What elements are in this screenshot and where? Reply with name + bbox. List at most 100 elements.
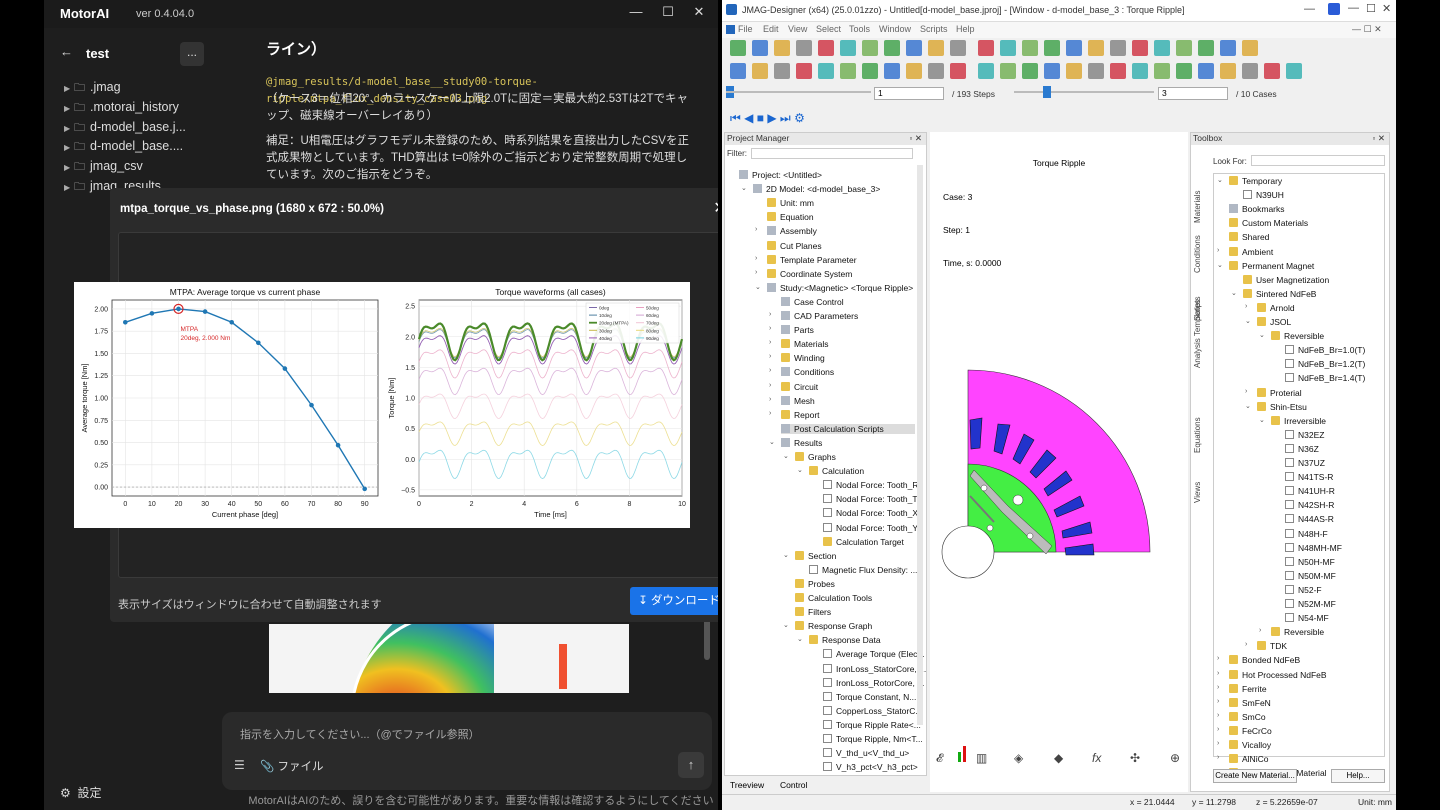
case-slider-thumb[interactable] — [1043, 86, 1051, 98]
expand-toggle-icon[interactable]: ⌄ — [769, 438, 775, 446]
tree-node[interactable]: › Conditions — [769, 367, 834, 377]
tree-node[interactable]: Nodal Force: Tooth_Y — [823, 522, 918, 533]
file-tree-item[interactable]: ▶ 🗀 d-model_base.... — [64, 138, 183, 157]
tree-node[interactable]: Calculation Target — [823, 536, 904, 547]
material-node[interactable]: N41TS-R — [1285, 472, 1333, 482]
material-node[interactable]: ⌄ Shin-Etsu — [1245, 401, 1307, 412]
expand-toggle-icon[interactable]: › — [769, 325, 771, 332]
expand-toggle-icon[interactable]: › — [755, 269, 757, 276]
menu-help[interactable]: Help — [956, 24, 975, 34]
vertical-tab[interactable]: Conditions — [1193, 235, 1202, 273]
toolbar-tool-icon[interactable] — [840, 40, 856, 56]
expand-toggle-icon[interactable]: › — [1217, 754, 1219, 761]
material-node[interactable]: ⌄ Temporary — [1217, 176, 1282, 186]
material-node[interactable]: N52M-MF — [1285, 599, 1336, 609]
toolbar-tool-icon[interactable] — [1198, 40, 1214, 56]
scrollbar[interactable] — [917, 165, 923, 725]
tree-node[interactable]: ⌄ Results — [769, 437, 822, 448]
file-tree-item[interactable]: ▶ 🗀 d-model_base.j... — [64, 119, 186, 138]
expand-toggle-icon[interactable]: ⌄ — [1217, 176, 1223, 184]
send-button[interactable]: ↑ — [678, 752, 704, 778]
expand-toggle-icon[interactable]: › — [755, 255, 757, 262]
toolbar-tool-icon[interactable] — [1000, 63, 1016, 79]
menu-scripts[interactable]: Scripts — [920, 24, 948, 34]
toolbar-tool-icon[interactable] — [1088, 63, 1104, 79]
toolbar-tool-icon[interactable] — [862, 63, 878, 79]
expand-toggle-icon[interactable]: ⌄ — [755, 283, 761, 291]
toolbar-tool-icon[interactable] — [906, 40, 922, 56]
minimize-button[interactable]: — — [1304, 3, 1315, 15]
tree-node[interactable]: Torque Ripple, Nm<T... — [823, 734, 923, 744]
expand-toggle-icon[interactable]: ⌄ — [783, 621, 789, 629]
tree-node[interactable]: IronLoss_StatorCore, ... — [823, 663, 926, 674]
material-node[interactable]: N52-F — [1285, 584, 1322, 595]
expand-toggle-icon[interactable]: ⌄ — [797, 635, 803, 643]
menu-file[interactable]: File — [738, 24, 753, 34]
material-node[interactable]: ⌄ Irreversible — [1259, 415, 1326, 426]
expand-toggle-icon[interactable]: ⌄ — [1259, 331, 1265, 339]
minimize-button[interactable]: — — [626, 4, 646, 19]
previous-step-icon[interactable]: ◀ — [744, 111, 753, 125]
material-node[interactable]: N48H-F — [1285, 528, 1328, 539]
expand-toggle-icon[interactable]: › — [769, 382, 771, 389]
tree-node[interactable]: › Mesh — [769, 395, 815, 406]
back-arrow-icon[interactable]: ← — [60, 44, 80, 64]
material-node[interactable]: N37UZ — [1285, 458, 1325, 468]
close-icon[interactable]: ✕ — [710, 198, 718, 218]
tree-node[interactable]: Cut Planes — [767, 240, 822, 251]
toolbar-tool-icon[interactable] — [1110, 40, 1126, 56]
material-node[interactable]: N32EZ — [1285, 429, 1324, 440]
material-node[interactable]: NdFeB_Br=1.0(T) — [1285, 345, 1365, 355]
expand-toggle-icon[interactable]: › — [769, 311, 771, 318]
motor-model[interactable]: 𝓔 ▥ ◈ ◆ fx ✣ ⊕ — [930, 132, 1188, 792]
model-viewport[interactable]: Torque Ripple Case: 3 Step: 1 Time, s: 0… — [930, 132, 1188, 792]
material-node[interactable]: NdFeB_Br=1.2(T) — [1285, 359, 1365, 369]
tree-node[interactable]: › Report — [769, 409, 820, 420]
material-node[interactable]: Custom Materials — [1229, 218, 1308, 228]
tree-node[interactable]: › Parts — [769, 325, 814, 335]
material-node[interactable]: › Ferrite — [1217, 683, 1267, 694]
material-node[interactable]: › Reversible — [1259, 627, 1324, 637]
toolbar-tool-icon[interactable] — [906, 63, 922, 79]
expand-toggle-icon[interactable]: › — [769, 339, 771, 346]
tree-node[interactable]: Average Torque (Elec... — [823, 649, 925, 659]
tree-node[interactable]: Post Calculation Scripts — [781, 423, 915, 434]
expand-toggle-icon[interactable]: › — [1217, 655, 1219, 662]
material-node[interactable]: N48MH-MF — [1285, 542, 1342, 553]
menu-window[interactable]: Window — [879, 24, 911, 34]
stop-icon[interactable]: ■ — [757, 111, 764, 125]
material-node[interactable]: N39UH — [1243, 190, 1284, 200]
lookfor-input[interactable] — [1251, 155, 1385, 166]
toolbar-tool-icon[interactable] — [1176, 63, 1192, 79]
step-slider-track[interactable] — [726, 91, 871, 93]
tree-node[interactable]: Torque Constant, N... — [823, 691, 916, 702]
tree-node[interactable]: ⌄ Section — [783, 550, 836, 561]
material-node[interactable]: › Hot Processed NdFeB — [1217, 669, 1327, 680]
toolbar-tool-icon[interactable] — [1132, 63, 1148, 79]
material-node[interactable]: Shared — [1229, 232, 1269, 242]
tree-node[interactable]: ⌄ Study:<Magnetic> <Torque Ripple> — [755, 282, 913, 293]
tree-node[interactable]: Magnetic Flux Density: ... — [809, 564, 917, 575]
expand-toggle-icon[interactable]: › — [1217, 712, 1219, 719]
tree-node[interactable]: ⌄ Graphs — [783, 452, 836, 462]
toolbar-tool-icon[interactable] — [796, 40, 812, 56]
material-node[interactable]: ⌄ Sintered NdFeB — [1231, 288, 1316, 299]
expand-toggle-icon[interactable]: › — [1217, 740, 1219, 747]
toolbar-tool-icon[interactable] — [950, 40, 966, 56]
expand-toggle-icon[interactable]: ⌄ — [1245, 402, 1251, 410]
tree-node[interactable]: Nodal Force: Tooth_R — [823, 480, 919, 490]
tree-node[interactable]: › Materials — [769, 339, 828, 349]
tree-node[interactable]: V_h3_pct<V_h3_pct> — [823, 762, 918, 772]
menu-tools[interactable]: Tools — [849, 24, 870, 34]
material-node[interactable]: NdFeB_Br=1.4(T) — [1285, 373, 1365, 383]
material-node[interactable]: › AlNiCo — [1217, 754, 1268, 764]
tree-node[interactable]: Unit: mm — [767, 198, 814, 208]
tree-node[interactable]: ⌄ Calculation — [797, 466, 864, 476]
toolbar-tool-icon[interactable] — [1022, 63, 1038, 79]
toolbar-tool-icon[interactable] — [1242, 40, 1258, 56]
menu-select[interactable]: Select — [816, 24, 841, 34]
toolbar-tool-icon[interactable] — [730, 63, 746, 79]
material-node[interactable]: › Ambient — [1217, 246, 1273, 257]
expand-toggle-icon[interactable]: › — [1245, 303, 1247, 310]
maximize-button[interactable]: ☐ — [658, 4, 678, 20]
